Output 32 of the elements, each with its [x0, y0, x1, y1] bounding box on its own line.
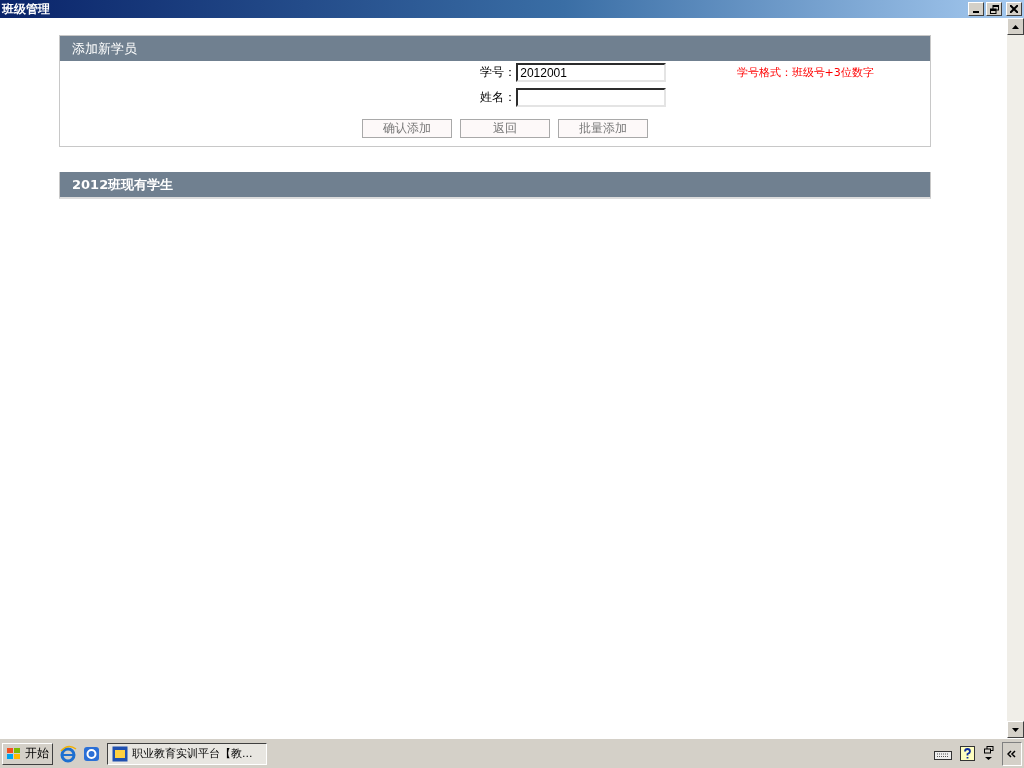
double-chevron-icon	[1007, 749, 1017, 758]
task-label: 职业教育实训平台【教...	[132, 746, 253, 761]
start-button[interactable]: 开始	[2, 742, 53, 765]
input-field[interactable]: 2012001	[516, 63, 667, 82]
window-icon	[112, 745, 128, 762]
scrollbar[interactable]	[1007, 18, 1024, 738]
close-icon	[1010, 5, 1018, 13]
up-arrow-icon	[1012, 24, 1019, 29]
action-button[interactable]: 批量添加	[558, 119, 648, 138]
panel-header: 添加新学员	[60, 36, 930, 61]
format-hint: 学号格式：班级号+3位数字	[735, 65, 875, 80]
scroll-up-button[interactable]	[1007, 18, 1024, 35]
expand-tray-button[interactable]	[1002, 741, 1022, 766]
restore-button[interactable]	[986, 2, 1002, 16]
input-field[interactable]	[516, 88, 667, 107]
app-icon[interactable]	[83, 744, 101, 763]
action-button[interactable]: 确认添加	[362, 119, 452, 138]
taskbar-task[interactable]: 职业教育实训平台【教...	[107, 742, 267, 765]
window-title: 班级管理	[0, 0, 51, 18]
browser-icon[interactable]	[59, 744, 77, 763]
field-label: 姓名：	[479, 89, 517, 106]
window-switch-icon[interactable]	[984, 745, 994, 762]
minimize-button[interactable]	[968, 2, 984, 16]
field-label: 学号：	[479, 64, 517, 81]
scroll-down-button[interactable]	[1007, 721, 1024, 738]
windows-logo-icon	[6, 746, 22, 761]
help-icon[interactable]	[960, 745, 976, 762]
down-arrow-icon	[1012, 727, 1019, 732]
close-button[interactable]	[1006, 2, 1022, 16]
restore-icon	[989, 4, 999, 14]
panel-header: 2012班现有学生	[60, 172, 930, 197]
action-button[interactable]: 返回	[460, 119, 550, 138]
